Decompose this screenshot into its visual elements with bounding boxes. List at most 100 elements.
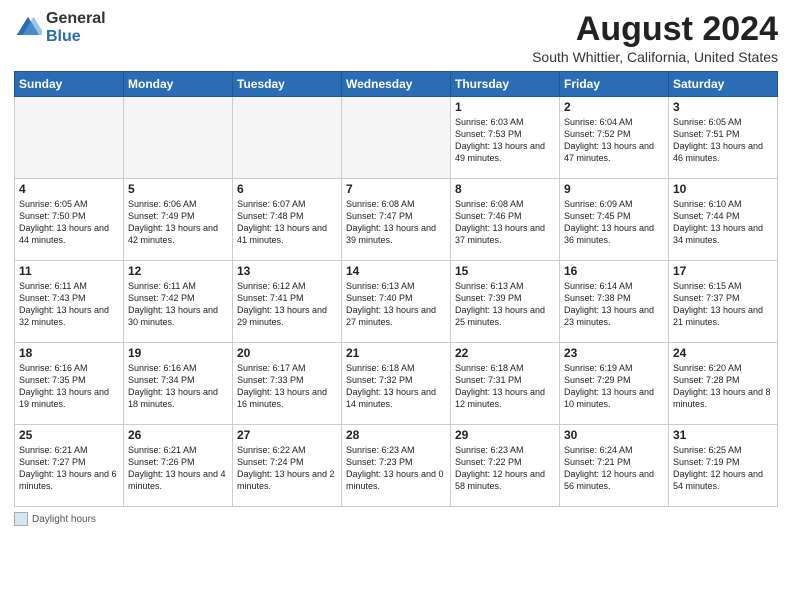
day-number: 20 — [237, 346, 337, 360]
calendar-cell: 30 Sunrise: 6:24 AMSunset: 7:21 PMDayligh… — [560, 425, 669, 507]
day-info: Sunrise: 6:07 AMSunset: 7:48 PMDaylight:… — [237, 198, 337, 247]
day-info: Sunrise: 6:18 AMSunset: 7:31 PMDaylight:… — [455, 362, 555, 411]
day-number: 8 — [455, 182, 555, 196]
calendar-cell: 11 Sunrise: 6:11 AMSunset: 7:43 PMDayligh… — [15, 261, 124, 343]
day-number: 5 — [128, 182, 228, 196]
calendar-header-row: SundayMondayTuesdayWednesdayThursdayFrid… — [15, 72, 778, 97]
day-info: Sunrise: 6:23 AMSunset: 7:22 PMDaylight:… — [455, 444, 555, 493]
calendar-cell: 7Sunrise: 6:08 AMSunset: 7:47 PMDaylight… — [342, 179, 451, 261]
calendar-cell: 15Sunrise: 6:13 AMSunset: 7:39 PMDayligh… — [451, 261, 560, 343]
day-info: Sunrise: 6:15 AMSunset: 7:37 PMDaylight:… — [673, 280, 773, 329]
calendar-header-wednesday: Wednesday — [342, 72, 451, 97]
day-info: Sunrise: 6:24 AMSunset: 7:21 PMDaylight:… — [564, 444, 664, 493]
calendar-header-thursday: Thursday — [451, 72, 560, 97]
day-number: 9 — [564, 182, 664, 196]
day-info: Sunrise: 6:05 AMSunset: 7:50 PMDaylight:… — [19, 198, 119, 247]
calendar-cell: 4 Sunrise: 6:05 AMSunset: 7:50 PMDaylight… — [15, 179, 124, 261]
day-info: Sunrise: 6:06 AMSunset: 7:49 PMDaylight:… — [128, 198, 228, 247]
calendar-cell — [342, 97, 451, 179]
day-number: 21 — [346, 346, 446, 360]
calendar-cell: 26Sunrise: 6:21 AMSunset: 7:26 PMDayligh… — [124, 425, 233, 507]
calendar-header-tuesday: Tuesday — [233, 72, 342, 97]
day-info: Sunrise: 6:16 AMSunset: 7:35 PMDaylight:… — [19, 362, 119, 411]
calendar-header-friday: Friday — [560, 72, 669, 97]
calendar-cell: 22Sunrise: 6:18 AMSunset: 7:31 PMDayligh… — [451, 343, 560, 425]
footer-daylight-box — [14, 512, 28, 526]
logo-general: General — [46, 10, 106, 28]
calendar-cell: 31 Sunrise: 6:25 AMSunset: 7:19 PMDayligh… — [669, 425, 778, 507]
calendar-cell: 12Sunrise: 6:11 AMSunset: 7:42 PMDayligh… — [124, 261, 233, 343]
day-number: 1 — [455, 100, 555, 114]
calendar-cell: 17 Sunrise: 6:15 AMSunset: 7:37 PMDayligh… — [669, 261, 778, 343]
day-info: Sunrise: 6:23 AMSunset: 7:23 PMDaylight:… — [346, 444, 446, 493]
day-info: Sunrise: 6:14 AMSunset: 7:38 PMDaylight:… — [564, 280, 664, 329]
day-number: 6 — [237, 182, 337, 196]
calendar-cell: 28 Sunrise: 6:23 AMSunset: 7:23 PMDayligh… — [342, 425, 451, 507]
day-number: 11 — [19, 264, 119, 278]
day-number: 31 — [673, 428, 773, 442]
calendar-table: SundayMondayTuesdayWednesdayThursdayFrid… — [14, 71, 778, 507]
day-number: 12 — [128, 264, 228, 278]
day-info: Sunrise: 6:21 AMSunset: 7:26 PMDaylight:… — [128, 444, 228, 493]
day-number: 13 — [237, 264, 337, 278]
day-number: 4 — [19, 182, 119, 196]
day-number: 28 — [346, 428, 446, 442]
day-number: 30 — [564, 428, 664, 442]
calendar-header-monday: Monday — [124, 72, 233, 97]
day-info: Sunrise: 6:19 AMSunset: 7:29 PMDaylight:… — [564, 362, 664, 411]
calendar-cell: 2 Sunrise: 6:04 AMSunset: 7:52 PMDaylight… — [560, 97, 669, 179]
calendar-cell — [15, 97, 124, 179]
calendar-header-sunday: Sunday — [15, 72, 124, 97]
calendar-cell: 1 Sunrise: 6:03 AMSunset: 7:53 PMDaylight… — [451, 97, 560, 179]
calendar-cell: 23 Sunrise: 6:19 AMSunset: 7:29 PMDayligh… — [560, 343, 669, 425]
day-info: Sunrise: 6:21 AMSunset: 7:27 PMDaylight:… — [19, 444, 119, 493]
calendar-cell: 10Sunrise: 6:10 AMSunset: 7:44 PMDayligh… — [669, 179, 778, 261]
calendar-cell: 29Sunrise: 6:23 AMSunset: 7:22 PMDayligh… — [451, 425, 560, 507]
calendar-cell: 9 Sunrise: 6:09 AMSunset: 7:45 PMDaylight… — [560, 179, 669, 261]
calendar-cell — [233, 97, 342, 179]
page: General Blue August 2024 South Whittier,… — [0, 0, 792, 612]
day-info: Sunrise: 6:03 AMSunset: 7:53 PMDaylight:… — [455, 116, 555, 165]
calendar-cell: 16Sunrise: 6:14 AMSunset: 7:38 PMDayligh… — [560, 261, 669, 343]
day-info: Sunrise: 6:18 AMSunset: 7:32 PMDaylight:… — [346, 362, 446, 411]
day-info: Sunrise: 6:25 AMSunset: 7:19 PMDaylight:… — [673, 444, 773, 493]
day-number: 18 — [19, 346, 119, 360]
day-number: 17 — [673, 264, 773, 278]
calendar-cell: 6 Sunrise: 6:07 AMSunset: 7:48 PMDaylight… — [233, 179, 342, 261]
logo-icon — [14, 14, 42, 42]
calendar-cell: 14 Sunrise: 6:13 AMSunset: 7:40 PMDayligh… — [342, 261, 451, 343]
calendar-cell: 25 Sunrise: 6:21 AMSunset: 7:27 PMDayligh… — [15, 425, 124, 507]
day-info: Sunrise: 6:05 AMSunset: 7:51 PMDaylight:… — [673, 116, 773, 165]
calendar-week-row: 4 Sunrise: 6:05 AMSunset: 7:50 PMDaylight… — [15, 179, 778, 261]
day-info: Sunrise: 6:08 AMSunset: 7:46 PMDaylight:… — [455, 198, 555, 247]
calendar-cell: 18 Sunrise: 6:16 AMSunset: 7:35 PMDayligh… — [15, 343, 124, 425]
day-number: 23 — [564, 346, 664, 360]
day-number: 14 — [346, 264, 446, 278]
day-info: Sunrise: 6:11 AMSunset: 7:43 PMDaylight:… — [19, 280, 119, 329]
footer-daylight-item: Daylight hours — [14, 512, 96, 526]
calendar-cell: 3 Sunrise: 6:05 AMSunset: 7:51 PMDaylight… — [669, 97, 778, 179]
day-number: 2 — [564, 100, 664, 114]
day-info: Sunrise: 6:12 AMSunset: 7:41 PMDaylight:… — [237, 280, 337, 329]
day-info: Sunrise: 6:13 AMSunset: 7:40 PMDaylight:… — [346, 280, 446, 329]
calendar-week-row: 11 Sunrise: 6:11 AMSunset: 7:43 PMDayligh… — [15, 261, 778, 343]
calendar-cell: 21 Sunrise: 6:18 AMSunset: 7:32 PMDayligh… — [342, 343, 451, 425]
calendar-week-row: 18 Sunrise: 6:16 AMSunset: 7:35 PMDayligh… — [15, 343, 778, 425]
day-number: 27 — [237, 428, 337, 442]
day-info: Sunrise: 6:22 AMSunset: 7:24 PMDaylight:… — [237, 444, 337, 493]
day-info: Sunrise: 6:09 AMSunset: 7:45 PMDaylight:… — [564, 198, 664, 247]
day-number: 10 — [673, 182, 773, 196]
logo: General Blue — [14, 10, 106, 45]
day-info: Sunrise: 6:04 AMSunset: 7:52 PMDaylight:… — [564, 116, 664, 165]
calendar-week-row: 25 Sunrise: 6:21 AMSunset: 7:27 PMDayligh… — [15, 425, 778, 507]
calendar-cell: 13 Sunrise: 6:12 AMSunset: 7:41 PMDayligh… — [233, 261, 342, 343]
calendar-cell: 20Sunrise: 6:17 AMSunset: 7:33 PMDayligh… — [233, 343, 342, 425]
day-number: 19 — [128, 346, 228, 360]
day-info: Sunrise: 6:13 AMSunset: 7:39 PMDaylight:… — [455, 280, 555, 329]
title-block: August 2024 South Whittier, California, … — [532, 10, 778, 65]
footer: Daylight hours — [14, 512, 778, 526]
day-number: 25 — [19, 428, 119, 442]
day-number: 3 — [673, 100, 773, 114]
calendar-header-saturday: Saturday — [669, 72, 778, 97]
day-number: 7 — [346, 182, 446, 196]
